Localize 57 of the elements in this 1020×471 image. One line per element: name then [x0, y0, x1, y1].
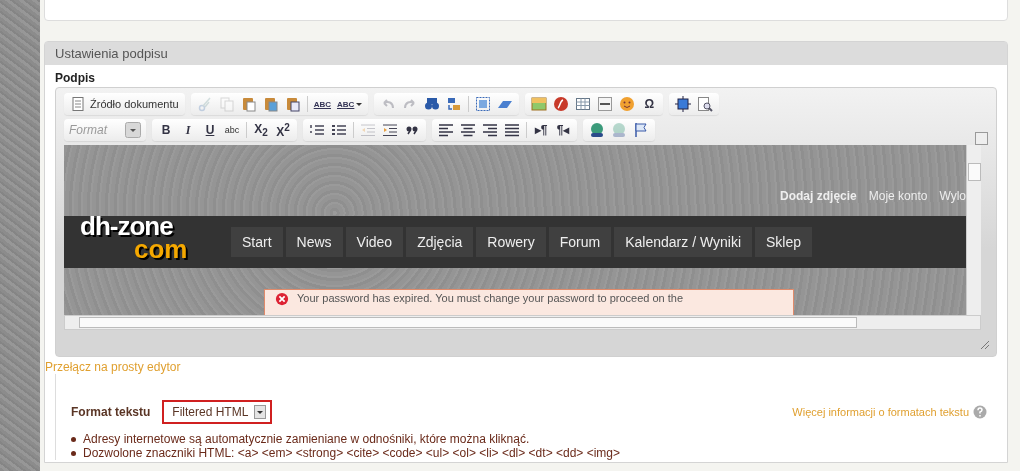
binoculars-icon	[424, 96, 441, 112]
align-center-icon	[460, 122, 476, 138]
format-select[interactable]: Filtered HTML	[162, 400, 273, 424]
nav-item[interactable]: Video	[345, 227, 404, 257]
toolbar-button[interactable]: B	[155, 119, 177, 141]
align-right-icon	[482, 122, 498, 138]
align-left-icon	[438, 122, 454, 138]
select-all-icon	[475, 96, 492, 112]
toolbar-button[interactable]: ▸¶	[530, 119, 552, 141]
maximize-icon	[675, 96, 692, 112]
magnifier-page-icon	[697, 96, 714, 112]
flash-icon	[553, 96, 570, 112]
alert-text: Your password has expired. You must change your password to proceed on the	[297, 292, 684, 304]
nav-item[interactable]: News	[285, 227, 343, 257]
format-label: Format tekstu	[71, 405, 151, 419]
clipboard-icon	[284, 96, 301, 112]
copy-icon	[218, 96, 235, 112]
toolbar-button[interactable]: abc	[221, 119, 243, 141]
smiley-icon	[619, 96, 636, 112]
error-icon	[275, 292, 289, 306]
nav-item[interactable]: Sklep	[755, 227, 813, 257]
toolbar-button[interactable]: ¶◂	[552, 119, 574, 141]
outdent-icon	[360, 122, 376, 138]
horizontal-scrollbar[interactable]	[64, 315, 981, 330]
picture-icon	[531, 96, 548, 112]
vertical-scrollbar[interactable]	[966, 145, 981, 315]
nav-item[interactable]: Rowery	[476, 227, 546, 257]
justify-icon	[504, 122, 520, 138]
nav-item[interactable]: Kalendarz / Wyniki	[614, 227, 753, 257]
replace-icon	[446, 96, 463, 112]
toolbar-button[interactable]: X$^{2}$	[272, 119, 294, 141]
caret-icon	[254, 405, 267, 419]
toolbar-button[interactable]: X$_{2}$	[250, 119, 272, 141]
spellcheck-button[interactable]: ABC	[334, 93, 366, 115]
site-logo: dh-zone com	[80, 214, 189, 262]
indent-icon	[382, 122, 398, 138]
toolbar-button[interactable]: I	[177, 119, 199, 141]
scissors-icon	[196, 96, 213, 112]
format-tip: Dozwolone znaczniki HTML: <a> <em> <strong> <cite> <code> <ul> <ol> <li> <dl> <dt> <dd> <img>	[83, 446, 621, 460]
clipboard-icon	[240, 96, 257, 112]
resize-grip-icon[interactable]	[978, 338, 990, 350]
caret-icon	[125, 122, 141, 138]
table-icon	[575, 96, 592, 112]
toolbar-button[interactable]: U	[199, 119, 221, 141]
format-tip: Adresy internetowe są automatycznie zamieniane w odnośniki, które można kliknąć.	[83, 432, 530, 446]
numbered-list-icon	[309, 122, 325, 138]
flag-icon	[633, 122, 649, 138]
nav-item[interactable]: Start	[231, 227, 283, 257]
nav-item[interactable]: Forum	[548, 227, 612, 257]
toolbar-button[interactable]: Ω	[638, 93, 661, 115]
nav-item[interactable]: Zdjęcia	[406, 227, 474, 257]
bullet-list-icon	[331, 122, 347, 138]
section-title: Ustawienia podpisu	[45, 42, 1007, 65]
document-icon	[70, 96, 86, 112]
field-label: Podpis	[55, 71, 96, 85]
spellcheck-button[interactable]: ABC	[310, 93, 334, 115]
clipboard-icon	[262, 96, 279, 112]
